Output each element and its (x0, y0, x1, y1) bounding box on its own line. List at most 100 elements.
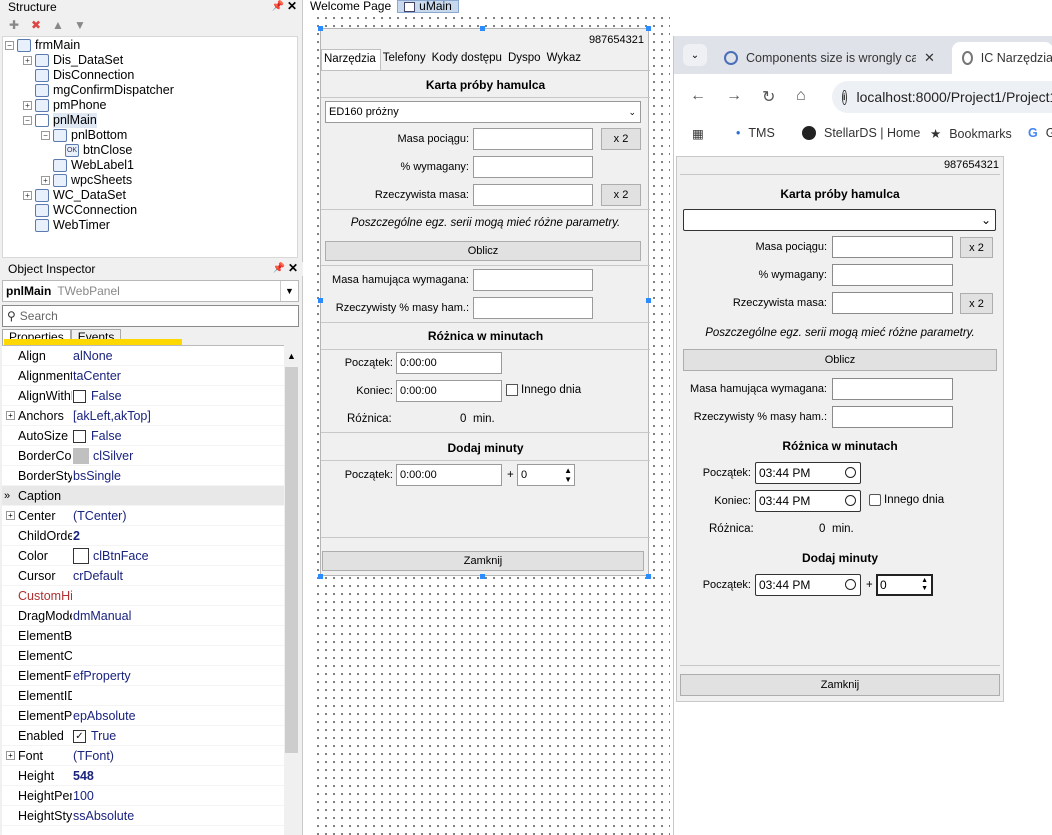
checkbox-box[interactable] (869, 494, 881, 506)
property-row[interactable]: Height 548 (2, 766, 284, 786)
spin-arrows-icon[interactable]: ▲ ▼ (564, 466, 572, 484)
oblicz-button[interactable]: Oblicz (683, 349, 997, 371)
property-row[interactable]: ElementFontefProperty (2, 666, 284, 686)
tab-wykaz[interactable]: Wykaz (545, 49, 585, 70)
designer-form-panel[interactable]: 987654321 Narzędzia Telefony Kody dostęp… (320, 28, 650, 576)
expand-icon[interactable]: + (6, 511, 15, 520)
minutes-spin[interactable]: 0 ▲ ▼ (517, 464, 575, 486)
property-row[interactable]: BorderColor clSilver (2, 446, 284, 466)
bookmark-google[interactable]: GG (1028, 126, 1052, 140)
back-icon[interactable]: ← (690, 87, 706, 105)
property-grid[interactable]: AlignalNoneAlignmenttaCenterAlignWithMar… (2, 345, 284, 835)
collapse-icon[interactable]: − (23, 116, 32, 125)
property-value[interactable]: False (73, 386, 122, 406)
property-value[interactable]: efProperty (73, 666, 131, 686)
resize-handle[interactable] (646, 26, 651, 31)
oblicz-button[interactable]: Oblicz (325, 241, 641, 261)
clock-icon[interactable] (845, 495, 856, 506)
clock-icon[interactable] (845, 467, 856, 478)
property-row[interactable]: HeightStylessAbsolute (2, 806, 284, 826)
train-select[interactable]: ⌄ (683, 209, 996, 231)
clock-icon[interactable] (845, 579, 856, 590)
property-row[interactable]: DragMode dmManual (2, 606, 284, 626)
tab-kody-dostepu[interactable]: Kody dostępu (430, 49, 506, 70)
tree-item[interactable]: WebLabel1 (41, 158, 134, 173)
property-row[interactable]: » Caption (2, 486, 284, 506)
property-value[interactable]: 100 (73, 786, 94, 806)
wymagany-input[interactable] (473, 156, 593, 178)
property-row[interactable]: HeightPercent100 (2, 786, 284, 806)
masa-ham-wym-input[interactable] (473, 269, 593, 291)
property-value[interactable]: (TFont) (73, 746, 114, 766)
collapse-icon[interactable]: − (5, 41, 14, 50)
property-value[interactable]: (TCenter) (73, 506, 126, 526)
koniec-time-input[interactable]: 0:00:00 (396, 380, 502, 402)
property-value[interactable]: dmManual (73, 606, 131, 626)
bookmark-stellards[interactable]: StellarDS | Home (802, 126, 920, 140)
property-row[interactable]: ElementPositionepAbsolute (2, 706, 284, 726)
resize-handle[interactable] (646, 574, 651, 579)
property-search-input[interactable]: ⚲ Search (2, 305, 299, 327)
scrollbar-thumb[interactable] (285, 367, 298, 753)
tab-umain[interactable]: uMain (397, 0, 459, 13)
tab-telefony[interactable]: Telefony (381, 49, 430, 70)
checkbox-icon[interactable] (73, 429, 86, 443)
resize-handle[interactable] (480, 26, 485, 31)
apps-icon[interactable]: ▦ (692, 126, 704, 141)
add-icon[interactable]: ✚ (6, 17, 22, 33)
rzecz-proc-input[interactable] (473, 297, 593, 319)
tree-item[interactable]: − pnlBottom (41, 128, 127, 143)
object-selector[interactable]: pnlMain TWebPanel ▼ (2, 280, 299, 302)
property-row[interactable]: Color clBtnFace (2, 546, 284, 566)
pin-icon[interactable]: 📌 (272, 0, 284, 14)
property-row[interactable]: + Center (TCenter) (2, 506, 284, 526)
resize-handle[interactable] (318, 26, 323, 31)
add-time-input[interactable]: 0:00:00 (396, 464, 502, 486)
expand-icon[interactable]: + (6, 751, 15, 760)
checkbox-icon[interactable]: ✓ (73, 729, 86, 743)
tree-item[interactable]: mgConfirmDispatcher (23, 83, 174, 98)
bookmark-bookmarks[interactable]: ★ Bookmarks (930, 126, 1012, 142)
innego-dnia-checkbox[interactable]: Innego dnia (506, 384, 581, 396)
property-value[interactable]: epAbsolute (73, 706, 136, 726)
masa-ham-wym-input[interactable] (832, 378, 953, 400)
property-value[interactable]: ssAbsolute (73, 806, 134, 826)
spin-arrows-icon[interactable]: ▲ ▼ (921, 577, 928, 593)
expand-icon[interactable]: + (23, 56, 32, 65)
property-value[interactable]: crDefault (73, 566, 123, 586)
x2-button[interactable]: x 2 (601, 128, 641, 150)
close-icon[interactable]: ✕ (287, 0, 297, 13)
masa-pociagu-input[interactable] (832, 236, 953, 258)
property-value[interactable]: bsSingle (73, 466, 121, 486)
tab-dyspo[interactable]: Dyspo (506, 49, 545, 70)
chevron-down-icon[interactable]: ▼ (280, 281, 298, 301)
property-row[interactable]: ElementBodyClassName (2, 626, 284, 646)
close-tab-icon[interactable]: ✕ (924, 50, 935, 66)
poczatek-time-input[interactable]: 03:44 PM (755, 462, 861, 484)
rzeczywista-masa-input[interactable] (473, 184, 593, 206)
zamknij-button[interactable]: Zamknij (680, 674, 1000, 696)
property-value[interactable]: False (73, 426, 122, 446)
collapse-icon[interactable]: − (41, 131, 50, 140)
address-bar[interactable]: i localhost:8000/Project1/Project1.html (832, 81, 1052, 113)
add-time-input[interactable]: 03:44 PM (755, 574, 861, 596)
property-row[interactable]: AlignWithMargins False (2, 386, 284, 406)
property-value[interactable]: ✓ True (73, 726, 116, 746)
rzecz-proc-input[interactable] (832, 406, 953, 428)
wymagany-input[interactable] (832, 264, 953, 286)
train-select[interactable]: ED160 próżny ⌄ (325, 101, 641, 123)
home-icon[interactable]: ⌂ (796, 87, 806, 105)
koniec-time-input[interactable]: 03:44 PM (755, 490, 861, 512)
rzeczywista-masa-input[interactable] (832, 292, 953, 314)
tab-search-dropdown-icon[interactable]: ⌄ (683, 44, 707, 66)
zamknij-button[interactable]: Zamknij (322, 551, 644, 571)
resize-handle[interactable] (318, 574, 323, 579)
tree-item[interactable]: + pmPhone (23, 98, 107, 113)
forward-icon[interactable]: → (726, 87, 742, 105)
property-value[interactable]: [akLeft,akTop] (73, 406, 151, 426)
move-up-icon[interactable]: ▲ (50, 17, 66, 33)
property-value[interactable]: taCenter (73, 366, 121, 386)
property-row[interactable]: CustomHint (2, 586, 284, 606)
masa-pociagu-input[interactable] (473, 128, 593, 150)
property-row[interactable]: AutoSize False (2, 426, 284, 446)
